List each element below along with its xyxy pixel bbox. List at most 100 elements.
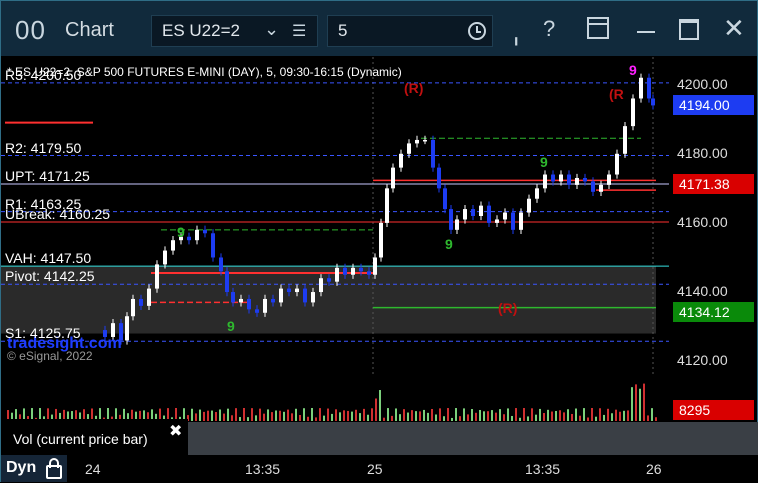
pin-icon[interactable]: ╻ — [512, 29, 520, 46]
close-icon[interactable]: ✖ — [169, 421, 182, 441]
time-axis[interactable]: Dyn 24 13:35 25 13:35 26 — [1, 455, 758, 483]
reversal-annotation: (R — [609, 86, 624, 102]
volume-bar — [311, 408, 313, 421]
volume-bar — [511, 415, 513, 421]
volume-bar — [275, 410, 277, 421]
volume-bar — [283, 411, 285, 421]
volume-bar — [539, 408, 541, 421]
volume-bar — [235, 408, 237, 421]
close-icon[interactable]: ✕ — [723, 13, 745, 44]
time-label-1335-b: 13:35 — [525, 461, 561, 477]
maximize-icon[interactable] — [679, 19, 699, 40]
chevron-down-icon[interactable]: ⌄ — [264, 19, 279, 40]
candle-body — [391, 167, 395, 189]
candle-body — [139, 298, 143, 306]
clock-icon[interactable] — [468, 22, 486, 40]
candle-body — [311, 292, 315, 303]
help-icon[interactable]: ? — [543, 16, 555, 42]
volume-bar — [303, 408, 305, 421]
interval-input[interactable]: 5 — [338, 21, 347, 41]
chart-area[interactable]: (R) (R) (R 9 9 9 9 9 * ES U22=2, S&P 500 FUTURE… — [1, 57, 758, 483]
candle-body — [599, 184, 603, 192]
volume-bar — [555, 410, 557, 421]
symbol-input[interactable]: ES U22=2 — [162, 21, 240, 41]
candle-body — [399, 153, 403, 168]
candle-body — [463, 209, 467, 220]
candle-body — [503, 212, 507, 220]
volume-bar — [587, 417, 589, 421]
price-tick-label: 4180.00 — [677, 144, 728, 161]
time-label-day-24: 24 — [85, 461, 101, 477]
title-bar: 00 Chart ES U22=2 ⌄ ☰ 5 ╻ ? ✕ — [1, 1, 757, 56]
volume-bar — [619, 411, 621, 421]
volume-bar — [603, 414, 605, 421]
candle-body — [327, 278, 331, 282]
volume-bar — [291, 413, 293, 421]
symbol-selector[interactable]: ES U22=2 ⌄ ☰ — [151, 15, 318, 47]
volume-bar — [599, 408, 601, 421]
candle-body — [607, 174, 611, 185]
volume-bar — [323, 415, 325, 421]
price-plot[interactable]: (R) (R) (R 9 9 9 9 9 * ES U22=2, S&P 500 FUTURE… — [1, 57, 669, 375]
volume-bar — [591, 408, 593, 421]
candle-body — [125, 316, 129, 341]
volume-bar — [347, 410, 349, 421]
candle-body — [455, 219, 459, 230]
candle-body — [407, 143, 411, 154]
volume-bar — [227, 408, 229, 421]
candle-body — [379, 222, 383, 258]
candle-body — [575, 177, 579, 185]
volume-bar — [267, 409, 269, 421]
candle-body — [225, 271, 229, 293]
volume-bar — [567, 409, 569, 421]
volume-bar — [359, 413, 361, 421]
volume-bar — [519, 417, 521, 421]
volume-bar — [527, 416, 529, 421]
volume-bar — [615, 409, 617, 421]
volume-bar — [583, 408, 585, 421]
interval-selector[interactable]: 5 — [327, 15, 493, 47]
sequential-count: 9 — [540, 154, 548, 170]
sequential-count: 9 — [227, 318, 235, 334]
volume-bar — [339, 412, 341, 421]
volume-bar — [363, 408, 365, 421]
volume-bar — [243, 408, 245, 421]
list-icon[interactable]: ☰ — [292, 21, 306, 41]
volume-bar — [451, 417, 453, 421]
candle-body — [211, 233, 215, 258]
candle-body — [559, 174, 563, 182]
dyn-mode-button[interactable]: Dyn — [1, 455, 67, 482]
price-tick-label: 4140.00 — [677, 283, 728, 300]
volume-chart-svg[interactable] — [1, 375, 669, 423]
volume-bar — [383, 417, 385, 421]
volume-bar — [251, 408, 253, 421]
volume-bar — [431, 408, 433, 421]
lock-icon[interactable] — [46, 458, 62, 479]
volume-bar — [475, 412, 477, 421]
candle-body — [615, 153, 619, 175]
candle-body — [527, 198, 531, 213]
volume-bar — [487, 411, 489, 421]
volume-bar — [491, 410, 493, 421]
volume-bar — [459, 416, 461, 421]
price-axis[interactable]: 4200.00 4180.00 4160.00 4140.00 4120.00 4194… — [669, 57, 758, 397]
volume-bar — [647, 415, 649, 421]
volume-bar — [295, 408, 297, 421]
volume-bar — [503, 414, 505, 421]
minimize-icon[interactable] — [637, 31, 655, 33]
volume-bar — [523, 408, 525, 421]
volume-bar — [515, 408, 517, 421]
candle-body — [287, 288, 291, 293]
volume-bar — [627, 410, 629, 421]
level-label-vah: VAH: 4147.50 — [5, 250, 92, 267]
candle-body — [415, 139, 419, 144]
volume-bar — [439, 408, 441, 421]
candle-body — [495, 219, 499, 223]
volume-bar — [499, 409, 501, 421]
volume-bar — [319, 408, 321, 421]
volume-bar — [447, 408, 449, 421]
layout-icon[interactable] — [587, 17, 609, 39]
reversal-annotation: (R) — [404, 80, 423, 96]
candle-body — [335, 267, 339, 282]
candle-body — [239, 298, 243, 303]
